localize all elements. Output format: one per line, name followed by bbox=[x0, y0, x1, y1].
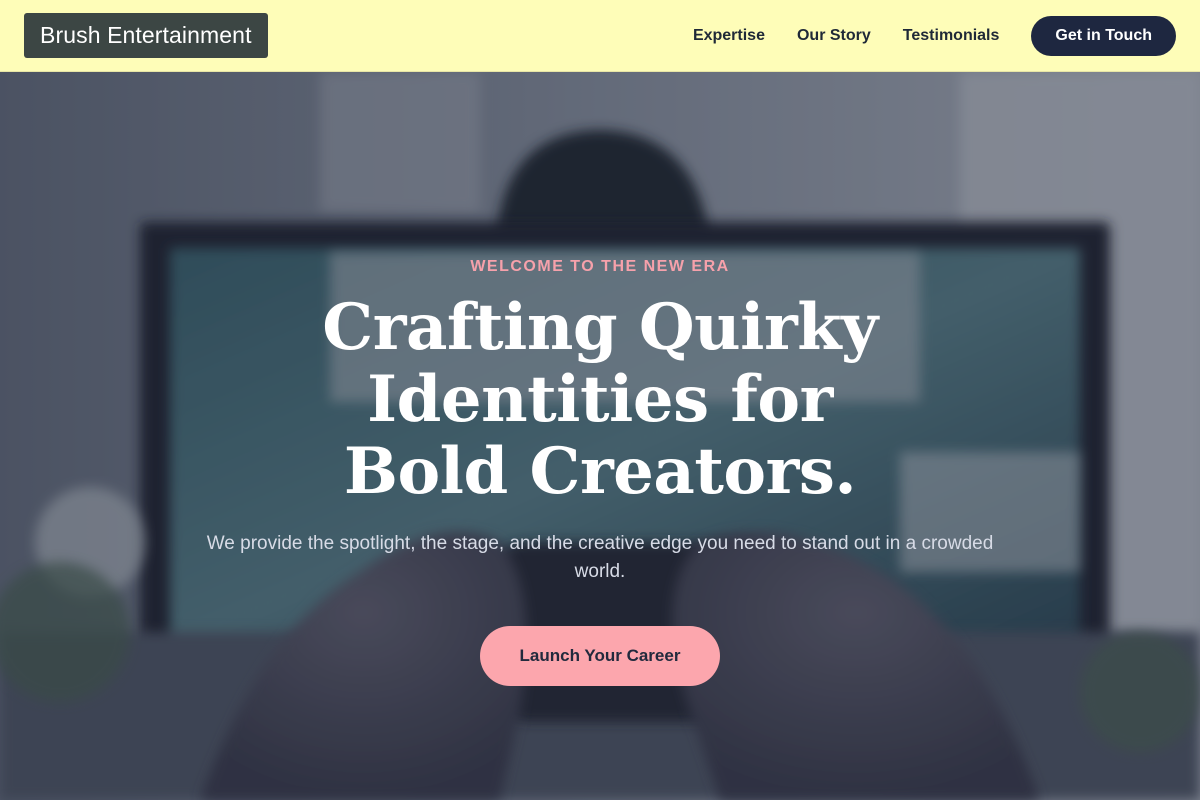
launch-career-button[interactable]: Launch Your Career bbox=[479, 626, 721, 686]
nav-link-expertise[interactable]: Expertise bbox=[693, 27, 765, 45]
nav-link-testimonials[interactable]: Testimonials bbox=[903, 27, 1000, 45]
main-nav: Expertise Our Story Testimonials Get in … bbox=[693, 15, 1176, 56]
hero-title: Crafting Quirky Identities for Bold Crea… bbox=[322, 290, 878, 509]
get-in-touch-button[interactable]: Get in Touch bbox=[1031, 15, 1176, 56]
hero-subtitle: We provide the spotlight, the stage, and… bbox=[206, 533, 994, 582]
nav-link-our-story[interactable]: Our Story bbox=[797, 27, 871, 45]
hero-eyebrow: WELCOME TO THE NEW ERA bbox=[470, 258, 730, 275]
hero-section: WELCOME TO THE NEW ERA Crafting Quirky I… bbox=[0, 72, 1200, 800]
site-header: Brush Entertainment Expertise Our Story … bbox=[0, 0, 1200, 72]
brand-logo[interactable]: Brush Entertainment bbox=[24, 13, 268, 58]
